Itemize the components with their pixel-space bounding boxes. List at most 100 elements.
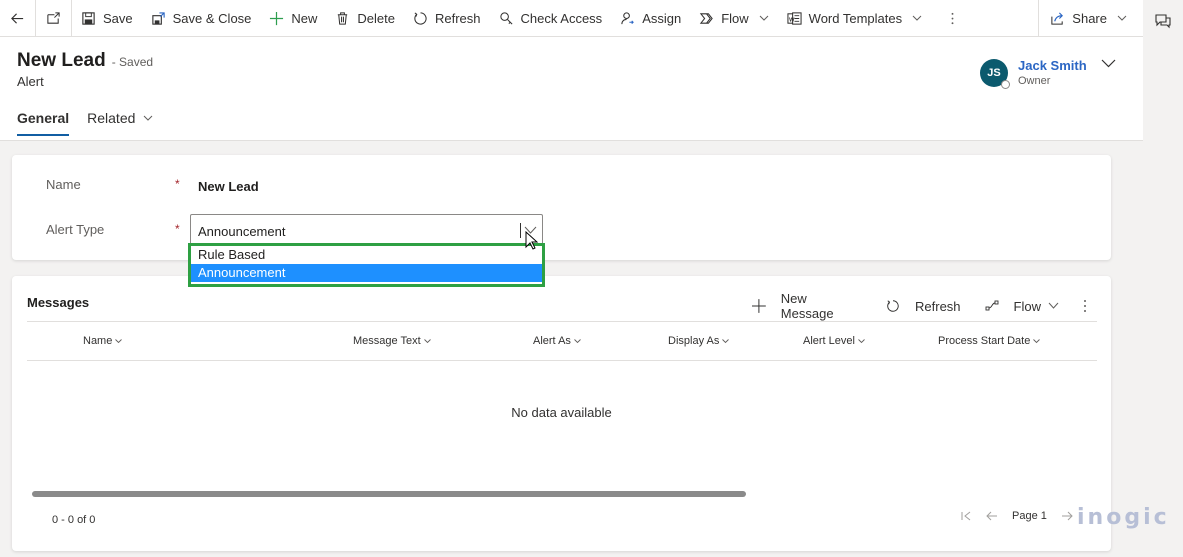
required-indicator: * (175, 222, 180, 236)
check-access-button[interactable]: Check Access (490, 0, 612, 36)
save-close-icon (151, 11, 165, 25)
messages-title: Messages (27, 295, 90, 310)
owner-text: Jack Smith Owner (1018, 59, 1087, 88)
delete-label: Delete (357, 10, 395, 26)
assign-button[interactable]: Assign (611, 0, 690, 36)
name-label: Name (46, 177, 81, 192)
check-access-label: Check Access (520, 10, 603, 26)
chevron-down-icon (1048, 302, 1059, 309)
previous-page-icon[interactable] (986, 510, 998, 522)
chat-icon[interactable] (1155, 13, 1171, 29)
chevron-down-icon (912, 15, 922, 21)
page-number: Page 1 (1012, 510, 1047, 522)
avatar-initials: JS (987, 67, 1001, 79)
column-header-message-text[interactable]: Message Text (353, 335, 431, 347)
tab-general-label: General (17, 110, 70, 126)
chevron-down-icon (858, 338, 865, 343)
alert-type-label: Alert Type (46, 222, 105, 237)
more-vertical-icon (951, 12, 954, 24)
arrow-left-icon (11, 12, 24, 24)
tab-general[interactable]: General (17, 110, 70, 136)
refresh-icon (414, 11, 427, 25)
next-page-icon[interactable] (1061, 510, 1073, 522)
new-button[interactable]: New (260, 0, 326, 36)
column-header-display-as[interactable]: Display As (668, 335, 730, 347)
record-count: 0 - 0 of 0 (52, 514, 96, 526)
chevron-down-icon (423, 338, 431, 343)
chevron-down-icon (1117, 15, 1127, 21)
word-icon: W (787, 11, 802, 25)
horizontal-scrollbar[interactable] (32, 491, 746, 497)
option-announcement[interactable]: Announcement (191, 264, 542, 282)
flow-button[interactable]: Flow (690, 0, 777, 36)
owner-role: Owner (1018, 75, 1051, 87)
empty-state-text: No data available (511, 405, 612, 420)
share-button[interactable]: Share (1041, 0, 1143, 36)
subgrid-flow-button[interactable]: Flow (985, 299, 1059, 314)
option-rule-based[interactable]: Rule Based (191, 246, 542, 264)
tab-related[interactable]: Related (87, 110, 153, 134)
back-button[interactable] (0, 0, 35, 36)
name-field[interactable]: New Lead (198, 179, 259, 194)
expand-header-chevron-icon[interactable] (1101, 58, 1116, 68)
column-header-label: Name (83, 335, 113, 347)
column-header-label: Display As (668, 335, 720, 347)
more-vertical-icon (1084, 300, 1086, 312)
share-group: Share (1038, 0, 1143, 36)
right-rail (1143, 0, 1183, 557)
subgrid-refresh-label: Refresh (915, 298, 961, 314)
subgrid-refresh-button[interactable]: Refresh (886, 299, 961, 314)
flow-icon (985, 300, 998, 311)
avatar: JS (980, 59, 1010, 89)
record-header: New Lead - Saved Alert General Related J… (0, 37, 1143, 141)
delete-button[interactable]: Delete (326, 0, 404, 36)
person-assign-icon (621, 11, 635, 24)
save-icon (82, 11, 95, 25)
trash-icon (338, 11, 348, 25)
new-message-button[interactable]: New Message (752, 291, 862, 321)
new-label: New (291, 10, 318, 26)
open-in-new-window-icon (47, 11, 60, 24)
column-header-label: Alert Level (803, 335, 855, 347)
first-page-icon[interactable] (960, 510, 972, 522)
column-header-label: Alert As (533, 335, 571, 347)
title-row: New Lead - Saved (17, 50, 153, 72)
refresh-icon (887, 300, 899, 312)
tab-related-label: Related (87, 110, 136, 126)
save-and-close-button[interactable]: Save & Close (142, 0, 261, 36)
more-commands-button[interactable] (935, 0, 970, 36)
chevron-down-icon (722, 338, 730, 343)
alert-type-dropdown-list: Rule Based Announcement (188, 243, 545, 287)
open-in-new-window-button[interactable] (36, 0, 71, 36)
entity-name: Alert (17, 74, 44, 89)
owner-field: JS Jack Smith Owner (980, 59, 1087, 89)
subgrid-more-button[interactable] (1083, 299, 1087, 313)
plus-icon (270, 11, 284, 25)
column-header-name[interactable]: Name (83, 335, 123, 347)
save-button[interactable]: Save (72, 0, 142, 36)
save-status: - Saved (111, 55, 154, 69)
new-message-label: New Message (780, 291, 834, 321)
column-header-alert-level[interactable]: Alert Level (803, 335, 865, 347)
alert-type-select[interactable]: Announcement (190, 214, 543, 245)
svg-text:W: W (789, 17, 795, 23)
messages-subgrid: Messages New Message Refresh Flow Name M… (12, 276, 1111, 551)
assign-label: Assign (642, 10, 682, 26)
save-and-close-label: Save & Close (172, 10, 252, 26)
refresh-button[interactable]: Refresh (404, 0, 490, 36)
chevron-down-icon (759, 15, 769, 21)
column-header-label: Message Text (353, 335, 421, 347)
watermark-logo: inogic (1077, 505, 1170, 530)
key-search-icon (499, 11, 513, 24)
owner-name-link[interactable]: Jack Smith (1018, 59, 1087, 73)
word-templates-button[interactable]: W Word Templates (778, 0, 931, 36)
alert-type-value: Announcement (198, 224, 286, 239)
page-title: New Lead (17, 50, 106, 71)
column-header-label: Process Start Date (938, 335, 1031, 347)
column-header-process-start-date[interactable]: Process Start Date (938, 335, 1041, 347)
chevron-down-icon (574, 338, 581, 343)
column-header-alert-as[interactable]: Alert As (533, 335, 581, 347)
chevron-down-icon (115, 338, 123, 343)
chevron-down-icon (1033, 338, 1041, 343)
command-bar: Save Save & Close New Delete Refresh Che… (0, 0, 1143, 37)
